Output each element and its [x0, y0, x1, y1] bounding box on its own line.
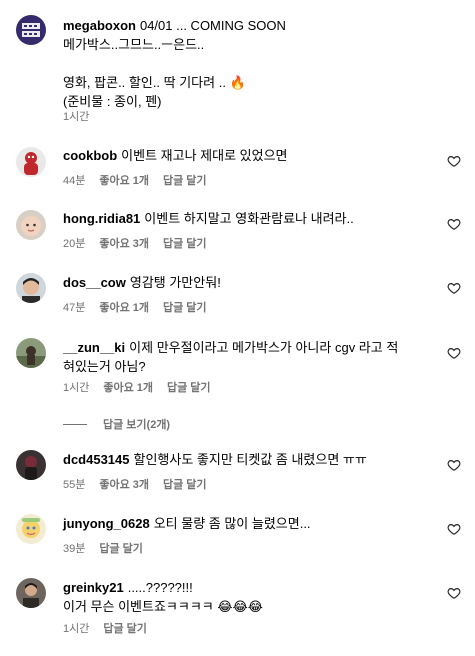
comment-text: 이제 만우절이라고 메가박스가 아니라 cgv 라고 적 [129, 340, 399, 355]
comment-username[interactable]: cookbob [63, 148, 117, 163]
comment-username[interactable]: dcd453145 [63, 452, 130, 467]
comment-time: 55분 [63, 479, 86, 491]
avatar[interactable] [16, 147, 46, 177]
reply-button[interactable]: 답글 달기 [163, 479, 207, 491]
avatar[interactable] [16, 450, 46, 480]
comment-time: 44분 [63, 175, 86, 187]
comment-text: 이벤트 재고나 제대로 있었으면 [121, 148, 288, 163]
comment-text: 이거 무슨 이벤트죠ㅋㅋㅋㅋ [63, 599, 214, 614]
post-author-avatar[interactable] [16, 15, 46, 45]
comment-text: 혀있는거 아님? [63, 359, 146, 374]
fire-emoji: 🔥 [229, 75, 246, 90]
caption-line: 04/01 ... COMING SOON [139, 18, 286, 33]
comment-username[interactable]: greinky21 [63, 580, 124, 595]
comment-text: .....?????!!! [127, 580, 193, 595]
comment-time: 47분 [63, 302, 86, 314]
comment-time: 1시간 [63, 623, 90, 635]
comment-text: 할인행사도 좋지만 티켓값 좀 내렸으면 ㅠㅠ [133, 452, 367, 467]
reply-button[interactable]: 답글 달기 [163, 175, 207, 187]
avatar[interactable] [16, 210, 46, 240]
caption-line: 영화, 팝콘.. 할인.. 딱 기다려 .. [63, 75, 226, 90]
heart-icon[interactable] [447, 217, 461, 231]
avatar[interactable] [16, 338, 46, 368]
comment-time: 20분 [63, 238, 86, 250]
likes-count[interactable]: 좋아요 1개 [99, 175, 149, 187]
post-author-username[interactable]: megaboxon [63, 18, 136, 33]
heart-icon[interactable] [447, 154, 461, 168]
heart-icon[interactable] [447, 458, 461, 472]
comment-time: 1시간 [63, 382, 90, 394]
caption-line: 메가박스..그므느..ㅡ은드.. [63, 37, 205, 52]
caption-text: megaboxon 04/01 ... COMING SOON 메가박스..그므느… [63, 16, 286, 111]
reply-button[interactable]: 답글 달기 [103, 623, 147, 635]
reply-button[interactable]: 답글 달기 [163, 238, 207, 250]
reply-button[interactable]: 답글 달기 [99, 543, 143, 555]
avatar[interactable] [16, 578, 46, 608]
heart-icon[interactable] [447, 586, 461, 600]
likes-count[interactable]: 좋아요 1개 [103, 382, 153, 394]
view-replies-label: 답글 보기(2개) [103, 419, 171, 431]
likes-count[interactable]: 좋아요 3개 [99, 479, 149, 491]
reply-button[interactable]: 답글 달기 [163, 302, 207, 314]
comment-time: 39분 [63, 543, 86, 555]
comment-text: 이벤트 하지말고 영화관람료나 내려라.. [144, 211, 354, 226]
heart-icon[interactable] [447, 522, 461, 536]
reply-button[interactable]: 답글 달기 [167, 382, 211, 394]
post-time: 1시간 [63, 111, 90, 123]
comment-username[interactable]: hong.ridia81 [63, 211, 140, 226]
heart-icon[interactable] [447, 281, 461, 295]
comment-text: 오티 물량 좀 많이 늘렸으면... [153, 516, 311, 531]
likes-count[interactable]: 좋아요 3개 [99, 238, 149, 250]
caption-line: (준비물 : 종이, 펜) [63, 94, 162, 109]
avatar[interactable] [16, 273, 46, 303]
avatar[interactable] [16, 514, 46, 544]
comment-username[interactable]: dos__cow [63, 275, 126, 290]
likes-count[interactable]: 좋아요 1개 [99, 302, 149, 314]
caption-meta: 1시간 [63, 110, 89, 124]
laughing-emoji: 😂😂😂 [217, 599, 263, 614]
comment-username[interactable]: __zun__ki [63, 340, 125, 355]
comment-username[interactable]: junyong_0628 [63, 516, 150, 531]
view-replies-button[interactable]: 답글 보기(2개) [63, 416, 170, 432]
divider [63, 423, 87, 425]
heart-icon[interactable] [447, 346, 461, 360]
comment-text: 영감탱 가만안둬! [129, 275, 221, 290]
